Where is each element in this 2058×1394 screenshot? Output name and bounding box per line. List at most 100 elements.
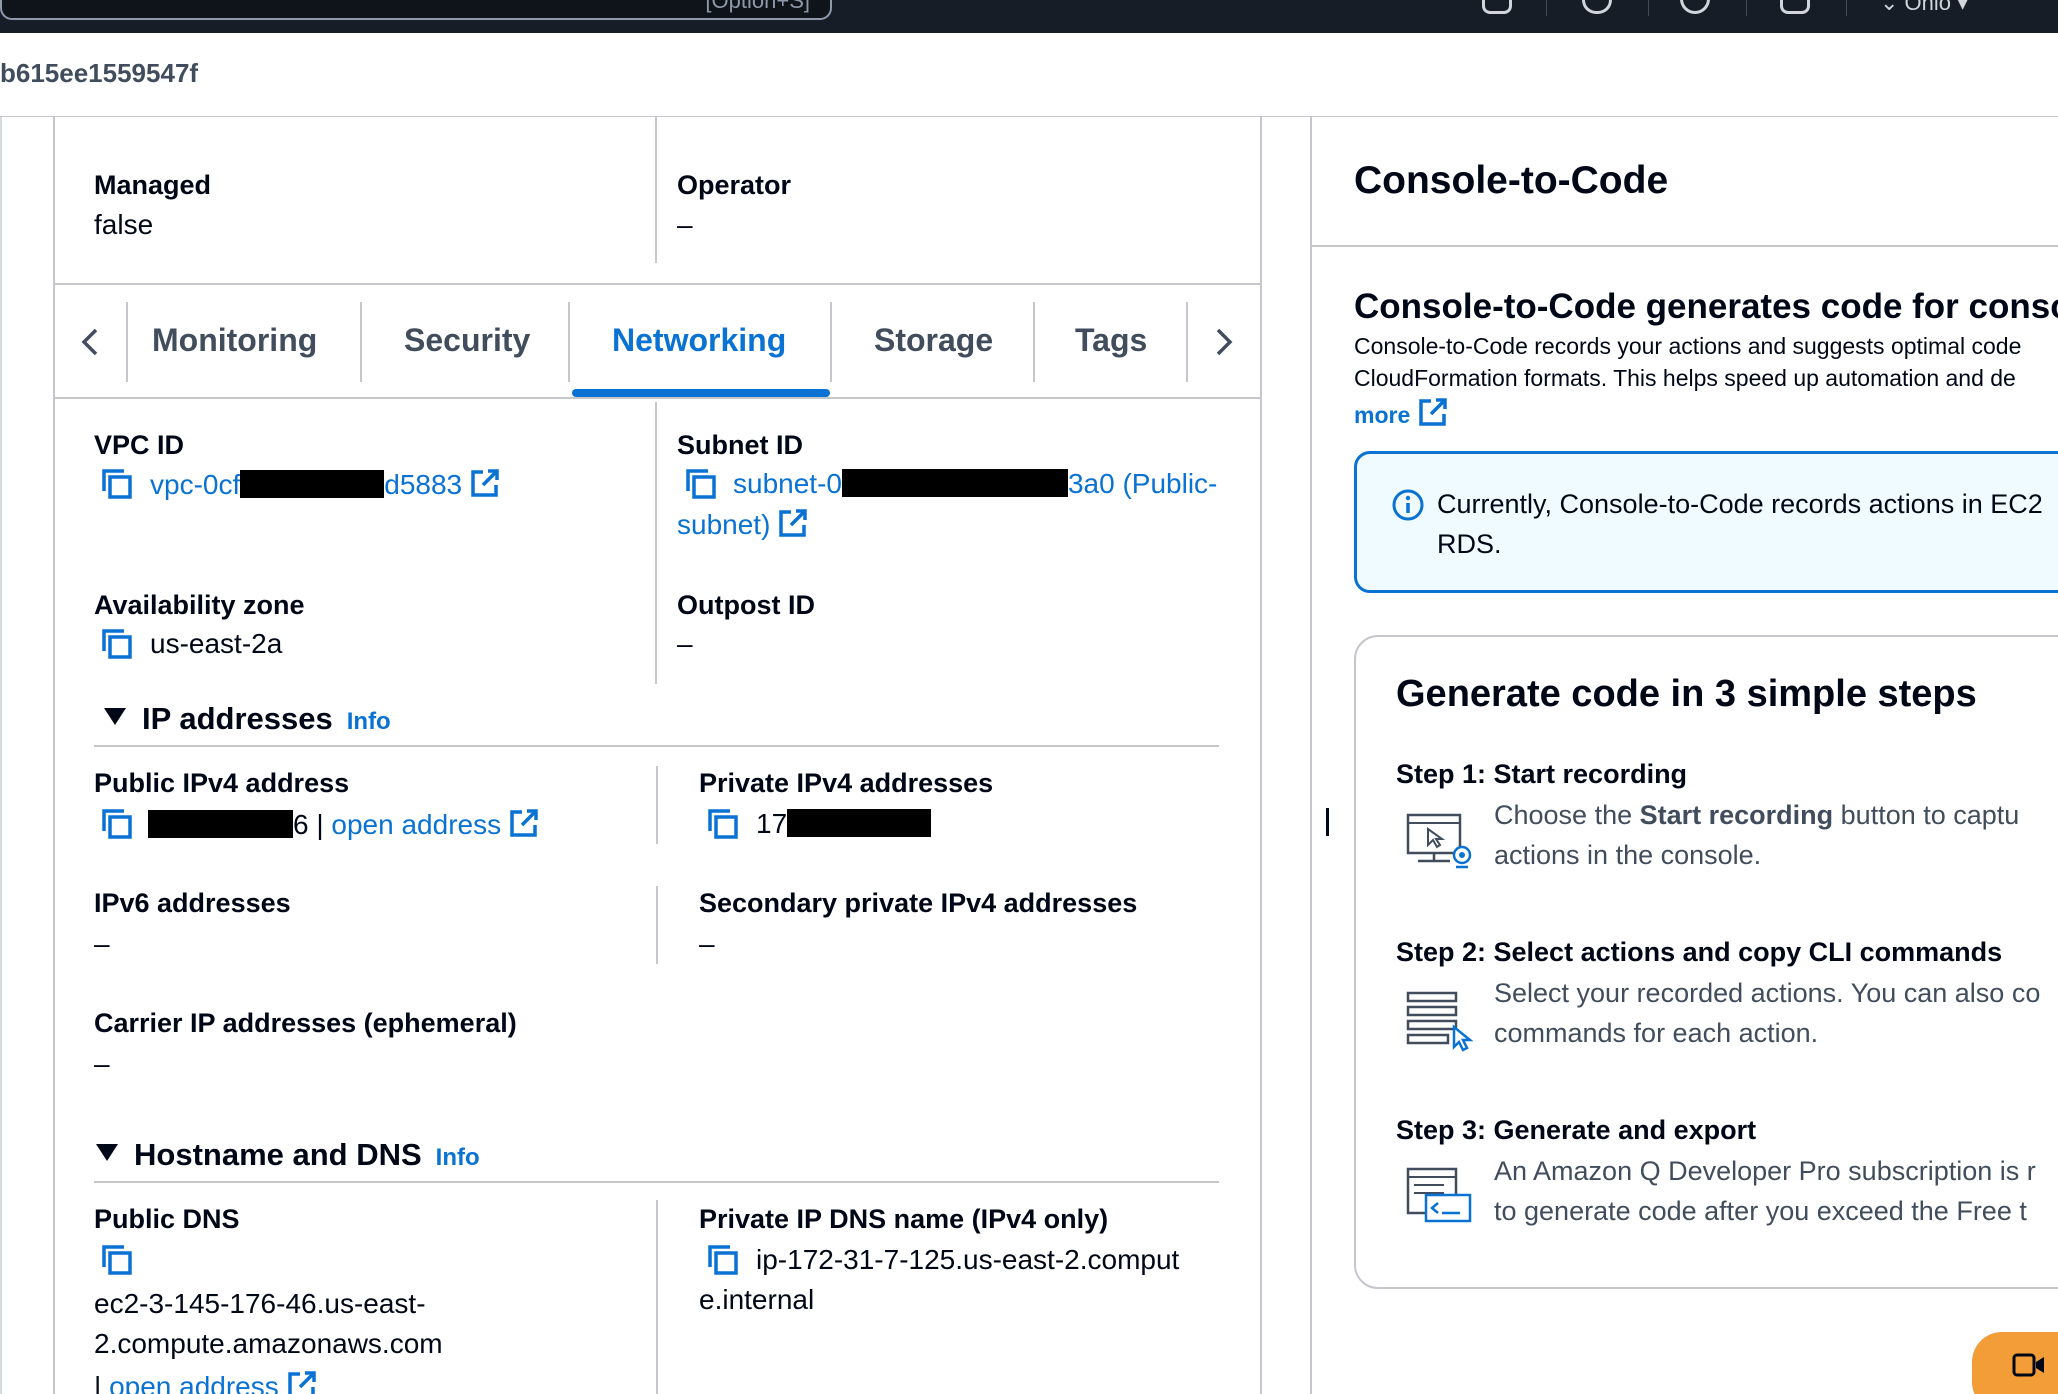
- step1-text-bold: Start recording: [1639, 800, 1834, 830]
- step1-text: Choose the Start recording button to cap…: [1494, 795, 2019, 875]
- learn-more-link[interactable]: more: [1354, 397, 1448, 429]
- panel-description-line1: Console-to-Code records your actions and…: [1354, 333, 2022, 359]
- public-ipv4-value: 6 | open address: [148, 808, 539, 841]
- tabs-scroll-left-icon[interactable]: [70, 322, 110, 362]
- info-alert-line1: Currently, Console-to-Code records actio…: [1437, 489, 2043, 519]
- redaction-bar: [787, 809, 932, 837]
- section-divider: [94, 745, 1219, 747]
- learn-more-text[interactable]: more: [1354, 402, 1410, 428]
- step2-text-line2: commands for each action.: [1494, 1018, 1819, 1048]
- panel-divider: [1312, 245, 2058, 247]
- public-dns-line1: ec2-3-145-176-46.us-east-: [94, 1288, 426, 1319]
- vpc-id-suffix[interactable]: d5883: [384, 469, 462, 500]
- secondary-private-ipv4-value: –: [699, 928, 715, 959]
- vpc-id-label: VPC ID: [94, 430, 185, 460]
- copy-icon[interactable]: [100, 627, 134, 661]
- instance-id-heading: b615ee1559547f: [0, 58, 199, 88]
- tab-divider: [830, 302, 832, 382]
- copy-icon[interactable]: [100, 467, 134, 501]
- private-ipv4-value: 17: [756, 808, 932, 840]
- external-link-icon: [1419, 398, 1447, 426]
- tab-tags[interactable]: Tags: [1075, 322, 1147, 359]
- caret-down-icon: [96, 1144, 118, 1161]
- step1-title: Step 1: Start recording: [1396, 759, 1688, 789]
- generate-code-icon: [1406, 1167, 1472, 1223]
- tabs-scroll-right-icon[interactable]: [1204, 322, 1244, 362]
- redaction-bar: [148, 810, 293, 838]
- hostname-dns-section-toggle[interactable]: Hostname and DNS Info: [96, 1137, 480, 1173]
- ip-addresses-info-link[interactable]: Info: [347, 708, 391, 735]
- steps-card-title: Generate code in 3 simple steps: [1396, 673, 1977, 715]
- vpc-id-prefix[interactable]: vpc-0cf: [150, 469, 240, 500]
- private-dns-label: Private IP DNS name (IPv4 only): [699, 1204, 1109, 1234]
- help-icon[interactable]: [1680, 0, 1710, 14]
- copy-icon[interactable]: [684, 467, 718, 501]
- region-selector[interactable]: ⌄ Ohio ▾: [1880, 0, 1968, 16]
- cloudshell-icon[interactable]: [1482, 0, 1512, 14]
- subnet-id-prefix[interactable]: subnet-0: [733, 468, 842, 499]
- open-address-link[interactable]: open address: [109, 1371, 279, 1394]
- console-to-code-panel: Console-to-Code Console-to-Code generate…: [1310, 117, 2058, 1394]
- panel-description-line2: CloudFormation formats. This helps speed…: [1354, 365, 2016, 391]
- redaction-bar: [240, 470, 385, 498]
- settings-icon[interactable]: [1780, 0, 1810, 14]
- tab-security[interactable]: Security: [404, 322, 530, 359]
- copy-icon[interactable]: [706, 807, 740, 841]
- divider: [1546, 0, 1547, 16]
- section-divider: [94, 1181, 1219, 1183]
- panel-title: Console-to-Code: [1354, 159, 1669, 202]
- step1-text-post: button to captu: [1833, 800, 2020, 830]
- subnet-id-link-line2[interactable]: subnet): [677, 508, 808, 541]
- info-alert-text: Currently, Console-to-Code records actio…: [1437, 484, 2043, 564]
- ipv6-value: –: [94, 928, 110, 959]
- tab-networking[interactable]: Networking: [612, 322, 786, 359]
- tab-storage[interactable]: Storage: [874, 322, 993, 359]
- external-link-icon: [510, 809, 538, 837]
- video-camera-icon: [2012, 1353, 2044, 1377]
- managed-value: false: [94, 209, 154, 240]
- notifications-icon[interactable]: [1582, 0, 1612, 14]
- subnet-id-suffix[interactable]: 3a0 (Public-: [1068, 468, 1217, 499]
- vpc-id-link[interactable]: vpc-0cf d5883: [150, 468, 500, 501]
- info-alert: Currently, Console-to-Code records actio…: [1354, 451, 2058, 593]
- external-link-icon: [779, 509, 808, 537]
- copy-icon[interactable]: [100, 1243, 134, 1277]
- subnet-id-link[interactable]: subnet-0 3a0 (Public-: [733, 468, 1217, 500]
- left-edge: [0, 117, 2, 1394]
- info-icon: [1392, 489, 1424, 521]
- private-dns-line2: e.internal: [699, 1284, 815, 1315]
- steps-card: Generate code in 3 simple steps Step 1: …: [1354, 635, 2058, 1289]
- availability-zone-value: us-east-2a: [150, 628, 283, 659]
- start-recording-button[interactable]: [1972, 1332, 2058, 1394]
- divider: [1846, 0, 1847, 16]
- divider: [1648, 0, 1649, 16]
- ip-addresses-heading: IP addresses: [142, 701, 333, 736]
- managed-label: Managed: [94, 170, 212, 200]
- search-box[interactable]: [Option+S]: [0, 0, 832, 20]
- redaction-bar: [841, 469, 1068, 497]
- tab-monitoring[interactable]: Monitoring: [152, 322, 317, 359]
- external-link-icon: [288, 1371, 316, 1394]
- public-dns-label: Public DNS: [94, 1204, 240, 1234]
- outpost-id-value: –: [677, 628, 693, 659]
- private-ipv4-label: Private IPv4 addresses: [699, 768, 994, 798]
- subnet-id-name[interactable]: subnet): [677, 509, 770, 540]
- carrier-ip-label: Carrier IP addresses (ephemeral): [94, 1008, 517, 1038]
- public-dns-open-address[interactable]: | open address: [94, 1370, 317, 1394]
- tab-divider: [568, 302, 570, 382]
- ip-addresses-section-toggle[interactable]: IP addresses Info: [104, 701, 391, 737]
- column-divider: [655, 117, 657, 263]
- tabs-bottom-border: [53, 397, 1262, 399]
- copy-icon[interactable]: [100, 807, 134, 841]
- step2-text: Select your recorded actions. You can al…: [1494, 973, 2040, 1053]
- column-divider: [656, 1200, 658, 1394]
- step1-text-pre: Choose the: [1494, 800, 1640, 830]
- copy-icon[interactable]: [706, 1243, 740, 1277]
- open-address-link[interactable]: open address: [331, 809, 501, 840]
- active-tab-indicator: [572, 389, 830, 397]
- hostname-dns-info-link[interactable]: Info: [436, 1144, 480, 1171]
- step2-text-line1: Select your recorded actions. You can al…: [1494, 978, 2041, 1008]
- operator-label: Operator: [677, 170, 792, 200]
- divider: [1746, 0, 1747, 16]
- column-divider: [655, 402, 657, 684]
